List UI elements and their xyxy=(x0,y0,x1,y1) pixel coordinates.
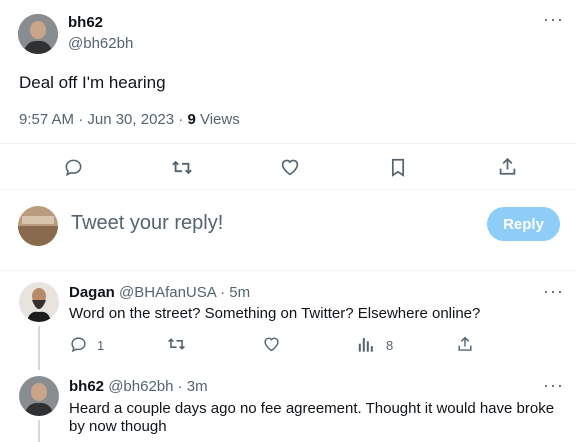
like-icon[interactable] xyxy=(279,156,301,178)
tweet-meta: 9:57 AM · Jun 30, 2023 · 9 Views xyxy=(19,111,240,128)
reply-text: Heard a couple days ago no fee agreement… xyxy=(69,400,555,435)
reply-avatar-image xyxy=(19,376,59,416)
reply-avatar[interactable] xyxy=(19,376,59,416)
reply-header: Dagan @BHAfanUSA · 5m xyxy=(69,284,250,301)
current-user-avatar-image xyxy=(18,206,58,246)
author-avatar[interactable] xyxy=(18,14,58,54)
reply-input[interactable]: Tweet your reply! xyxy=(71,212,451,235)
reply-avatar-image xyxy=(19,282,59,322)
reply-views-count: 8 xyxy=(386,338,394,353)
views-count: 9 xyxy=(187,111,196,128)
author-display-name[interactable]: bh62 xyxy=(68,14,103,31)
tweet-timestamp[interactable]: 9:57 AM · Jun 30, 2023 · xyxy=(19,111,183,128)
reply-time[interactable]: · 3m xyxy=(178,378,208,395)
divider xyxy=(0,189,576,190)
more-icon[interactable]: ··· xyxy=(543,376,564,394)
views-icon[interactable] xyxy=(357,336,375,353)
tweet-text: Deal off I'm hearing xyxy=(19,73,166,92)
author-handle[interactable]: @bh62bh xyxy=(68,35,133,52)
divider xyxy=(0,270,576,271)
reply-display-name[interactable]: bh62 xyxy=(69,378,104,395)
thread-line xyxy=(38,326,40,370)
retweet-icon[interactable] xyxy=(170,156,194,178)
current-user-avatar[interactable] xyxy=(18,206,58,246)
retweet-icon[interactable] xyxy=(166,335,186,353)
bookmark-icon[interactable] xyxy=(388,156,408,178)
author-avatar-image xyxy=(18,14,58,54)
reply-text: Word on the street? Something on Twitter… xyxy=(69,305,481,322)
share-icon[interactable] xyxy=(496,155,518,177)
reply-button[interactable]: Reply xyxy=(487,207,560,241)
reply-time[interactable]: · 5m xyxy=(220,284,250,301)
reply-icon[interactable] xyxy=(69,335,87,353)
more-icon[interactable]: ··· xyxy=(543,282,564,300)
more-icon[interactable]: ··· xyxy=(543,10,564,28)
reply-handle[interactable]: @BHAfanUSA xyxy=(119,284,216,301)
divider xyxy=(0,143,576,144)
like-icon[interactable] xyxy=(262,335,280,353)
thread-line xyxy=(38,420,40,442)
views-label: Views xyxy=(199,111,240,128)
reply-handle[interactable]: @bh62bh xyxy=(108,378,173,395)
reply-count: 1 xyxy=(97,338,105,353)
reply-header: bh62 @bh62bh · 3m xyxy=(69,378,208,395)
reply-icon[interactable] xyxy=(62,156,84,178)
reply-avatar[interactable] xyxy=(19,282,59,322)
share-icon[interactable] xyxy=(456,334,474,352)
reply-display-name[interactable]: Dagan xyxy=(69,284,115,301)
